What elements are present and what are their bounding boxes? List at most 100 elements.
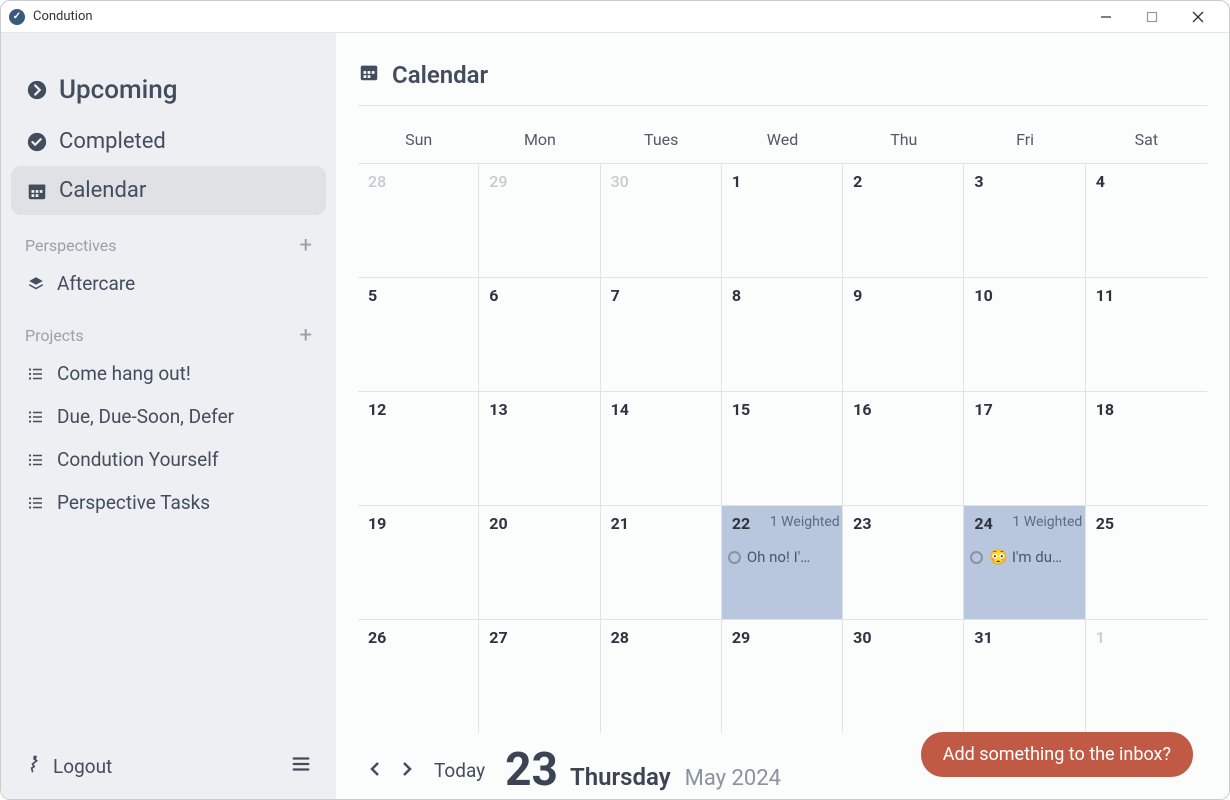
project-label: Perspective Tasks <box>57 491 210 514</box>
calendar-cell[interactable]: 21 <box>601 505 722 619</box>
calendar-cell[interactable]: 5 <box>358 277 479 391</box>
calendar-cell[interactable]: 4 <box>1086 163 1207 277</box>
day-number: 19 <box>368 514 468 533</box>
add-project-button[interactable]: + <box>300 323 312 348</box>
calendar-cell[interactable]: 30 <box>843 619 964 733</box>
current-month: May 2024 <box>685 766 781 791</box>
day-of-week-header: Mon <box>479 130 600 163</box>
weight-badge: 1 Weighted <box>770 514 840 530</box>
day-number: 9 <box>853 286 953 305</box>
perspectives-header: Perspectives + <box>11 223 326 262</box>
day-of-week-header: Sat <box>1086 130 1207 163</box>
project-item[interactable]: Due, Due-Soon, Defer <box>11 395 326 438</box>
app-icon: ✓ <box>9 9 25 25</box>
main-content: Calendar SunMonTuesWedThuFriSat 28293012… <box>336 33 1229 799</box>
calendar-cell[interactable]: 31 <box>964 619 1085 733</box>
day-number: 31 <box>974 628 1074 647</box>
add-perspective-button[interactable]: + <box>300 233 312 258</box>
day-number: 21 <box>611 514 711 533</box>
app-title: Condution <box>33 9 93 24</box>
calendar-cell[interactable]: 26 <box>358 619 479 733</box>
day-number: 14 <box>611 400 711 419</box>
task-item[interactable]: Oh no! I'… <box>728 548 836 566</box>
add-to-inbox-button[interactable]: Add something to the inbox? <box>921 732 1193 777</box>
calendar-cell[interactable]: 8 <box>722 277 843 391</box>
day-number: 1 <box>1096 628 1197 647</box>
calendar-cell[interactable]: 25 <box>1086 505 1207 619</box>
titlebar: ✓ Condution <box>1 1 1229 33</box>
day-number: 11 <box>1096 286 1197 305</box>
sidebar: Upcoming Completed Calendar Perspectives… <box>1 33 336 799</box>
nav-label: Calendar <box>59 178 146 203</box>
task-checkbox[interactable] <box>970 551 983 564</box>
section-label: Projects <box>25 326 84 345</box>
task-label: Oh no! I'… <box>747 548 810 566</box>
calendar-cell[interactable]: 30 <box>601 163 722 277</box>
calendar-cell[interactable]: 23 <box>843 505 964 619</box>
calendar-cell[interactable]: 6 <box>479 277 600 391</box>
perspective-item[interactable]: Aftercare <box>11 262 326 305</box>
day-number: 30 <box>853 628 953 647</box>
calendar-cell[interactable]: 29 <box>722 619 843 733</box>
nav-calendar[interactable]: Calendar <box>11 166 326 215</box>
logout-label: Logout <box>53 755 112 778</box>
calendar-cell[interactable]: 13 <box>479 391 600 505</box>
calendar-cell[interactable]: 3 <box>964 163 1085 277</box>
calendar-cell[interactable]: 20 <box>479 505 600 619</box>
project-label: Condution Yourself <box>57 448 218 471</box>
calendar-cell[interactable]: 1 <box>722 163 843 277</box>
calendar-cell[interactable]: 241 Weighted😳 I'm du… <box>964 505 1085 619</box>
nav-upcoming[interactable]: Upcoming <box>11 63 326 117</box>
day-number: 7 <box>611 286 711 305</box>
calendar-cell[interactable]: 16 <box>843 391 964 505</box>
close-button[interactable] <box>1175 1 1221 33</box>
maximize-button[interactable] <box>1129 1 1175 33</box>
calendar-cell[interactable]: 7 <box>601 277 722 391</box>
calendar-cell[interactable]: 28 <box>358 163 479 277</box>
calendar-cell[interactable]: 221 WeightedOh no! I'… <box>722 505 843 619</box>
day-number: 20 <box>489 514 589 533</box>
page-title: Calendar <box>392 61 488 89</box>
day-of-week-header: Wed <box>722 130 843 163</box>
logout-button[interactable]: Logout <box>25 754 112 779</box>
logout-icon <box>25 754 45 779</box>
calendar-cell[interactable]: 12 <box>358 391 479 505</box>
nav-label: Completed <box>59 129 166 154</box>
calendar-cell[interactable]: 2 <box>843 163 964 277</box>
calendar-cell[interactable]: 15 <box>722 391 843 505</box>
task-item[interactable]: 😳 I'm du… <box>970 548 1078 566</box>
day-number: 30 <box>611 172 711 191</box>
calendar-cell[interactable]: 17 <box>964 391 1085 505</box>
calendar-cell[interactable]: 19 <box>358 505 479 619</box>
calendar-cell[interactable]: 1 <box>1086 619 1207 733</box>
calendar-cell[interactable]: 28 <box>601 619 722 733</box>
next-button[interactable] <box>400 761 414 780</box>
calendar-cell[interactable]: 9 <box>843 277 964 391</box>
calendar-cell[interactable]: 14 <box>601 391 722 505</box>
calendar-cell[interactable]: 18 <box>1086 391 1207 505</box>
day-number: 8 <box>732 286 832 305</box>
day-number: 13 <box>489 400 589 419</box>
project-item[interactable]: Come hang out! <box>11 352 326 395</box>
list-icon <box>25 365 47 383</box>
menu-button[interactable] <box>290 753 312 779</box>
list-icon <box>25 451 47 469</box>
layers-icon <box>25 275 47 293</box>
calendar-cell[interactable]: 11 <box>1086 277 1207 391</box>
calendar-cell[interactable]: 27 <box>479 619 600 733</box>
calendar: SunMonTuesWedThuFriSat 28293012345678910… <box>358 106 1207 733</box>
nav-completed[interactable]: Completed <box>11 117 326 166</box>
project-item[interactable]: Condution Yourself <box>11 438 326 481</box>
day-of-week-header: Thu <box>843 130 964 163</box>
today-button[interactable]: Today <box>434 759 485 782</box>
calendar-cell[interactable]: 29 <box>479 163 600 277</box>
section-label: Perspectives <box>25 236 117 255</box>
day-number: 26 <box>368 628 468 647</box>
prev-button[interactable] <box>368 761 382 780</box>
task-checkbox[interactable] <box>728 551 741 564</box>
calendar-cell[interactable]: 10 <box>964 277 1085 391</box>
project-item[interactable]: Perspective Tasks <box>11 481 326 524</box>
day-number: 12 <box>368 400 468 419</box>
minimize-button[interactable] <box>1083 1 1129 33</box>
chevron-circle-icon <box>25 79 49 101</box>
